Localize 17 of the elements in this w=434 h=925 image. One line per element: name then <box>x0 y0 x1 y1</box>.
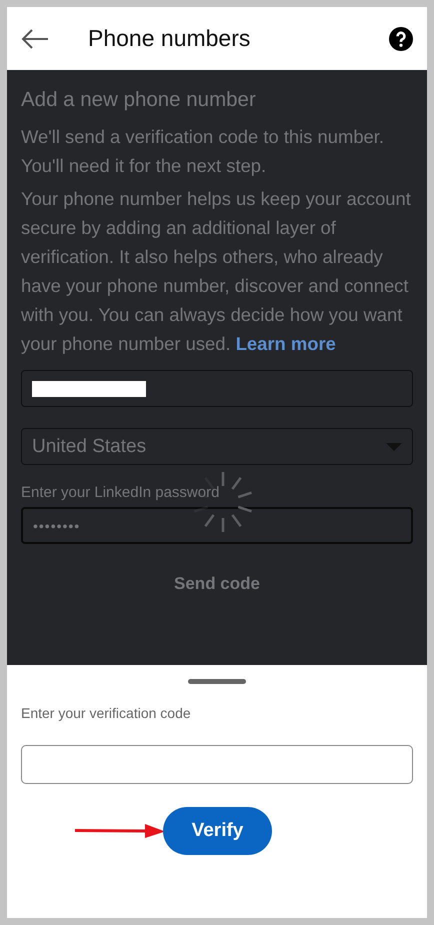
send-code-button[interactable]: Send code <box>174 574 260 594</box>
country-dropdown[interactable]: United States <box>21 428 413 465</box>
description-text: Your phone number helps us keep your account secure by adding an additional layer of verification. It also helps others, who already have your phone number, discover and connect with you. You can always decide how you want your phone number used. Learn more <box>21 187 412 356</box>
form-heading: Add a new phone number <box>21 88 257 112</box>
learn-more-link[interactable]: Learn more <box>236 333 336 354</box>
phone-number-field[interactable] <box>21 370 413 407</box>
password-field[interactable]: •••••••• <box>21 507 413 544</box>
code-input-field[interactable] <box>21 745 413 784</box>
code-label: Enter your verification code <box>21 705 192 721</box>
back-arrow-icon[interactable] <box>21 28 49 50</box>
help-icon[interactable] <box>389 26 413 50</box>
password-label: Enter your LinkedIn password <box>21 484 220 501</box>
intro-text: We'll send a verification code to this number. You'll need it for the next step. <box>21 125 385 178</box>
drag-handle[interactable] <box>188 679 246 684</box>
screen-title: Phone numbers <box>88 25 252 52</box>
dropdown-caret-icon <box>386 442 402 450</box>
verify-button[interactable]: Verify <box>163 807 272 855</box>
